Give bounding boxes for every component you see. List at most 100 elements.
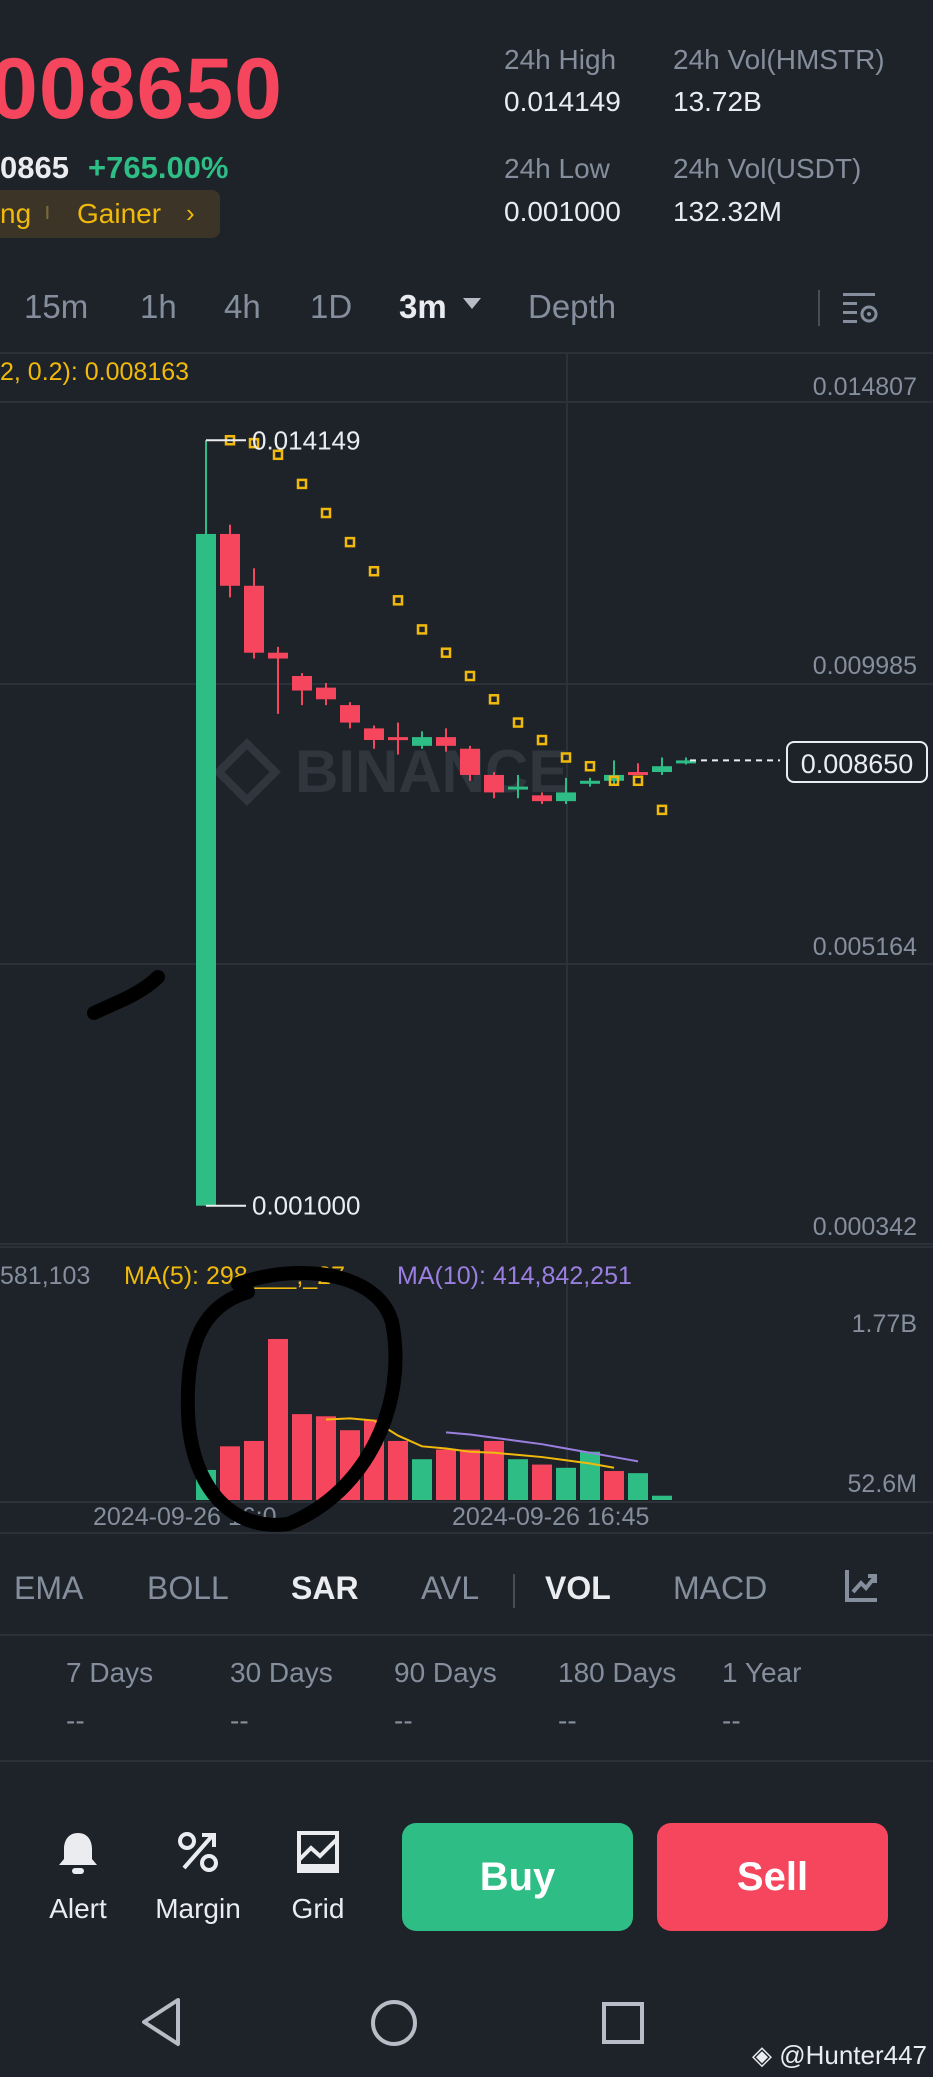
grid-button[interactable]: Grid bbox=[258, 1820, 378, 1940]
candle-body bbox=[532, 795, 552, 802]
bell-icon bbox=[59, 1833, 97, 1874]
sar-dot bbox=[512, 717, 524, 728]
pen-stroke-mark bbox=[87, 970, 165, 1020]
sar-dot bbox=[296, 478, 308, 490]
credit-text: @Hunter447 bbox=[779, 2040, 927, 2070]
tab-depth[interactable]: Depth bbox=[528, 288, 616, 326]
tab-15m[interactable]: 15m bbox=[24, 288, 88, 326]
min-price-label: 0.001000 bbox=[252, 1191, 360, 1221]
candle-body bbox=[412, 737, 432, 746]
tag-gainer[interactable]: Gainer bbox=[77, 198, 161, 230]
margin-label: Margin bbox=[155, 1893, 241, 1924]
sar-dot bbox=[632, 775, 644, 787]
tab-vol[interactable]: VOL bbox=[545, 1570, 611, 1607]
volume-bar bbox=[580, 1451, 600, 1500]
perf-value-7d: -- bbox=[66, 1705, 85, 1736]
sar-dot bbox=[656, 804, 668, 816]
perf-value-90d: -- bbox=[394, 1705, 413, 1736]
vol-quote-label: 24h Vol(USDT) bbox=[673, 153, 862, 184]
volume-separator bbox=[0, 1246, 933, 1248]
sar-dot bbox=[584, 760, 596, 772]
perf-value-1y: -- bbox=[722, 1705, 741, 1736]
grid-label: Grid bbox=[291, 1893, 345, 1924]
candles bbox=[196, 440, 696, 1206]
sar-dot bbox=[464, 670, 476, 682]
candle-body bbox=[628, 772, 648, 776]
perf-label-30d: 30 Days bbox=[230, 1657, 333, 1688]
sell-button[interactable]: Sell bbox=[657, 1823, 888, 1931]
volume-bar bbox=[508, 1459, 528, 1500]
performance-separator bbox=[0, 1634, 933, 1636]
y-axis-label-0: 0.014807 bbox=[812, 373, 917, 401]
tab-boll[interactable]: BOLL bbox=[147, 1570, 229, 1607]
chevron-right-icon: › bbox=[186, 198, 195, 228]
low-label: 24h Low bbox=[504, 153, 610, 184]
sar-dot bbox=[488, 694, 500, 705]
high-value: 0.014149 bbox=[504, 86, 621, 117]
margin-button[interactable]: Margin bbox=[138, 1820, 258, 1940]
perf-label-180d: 180 Days bbox=[558, 1657, 677, 1688]
perf-label-1y: 1 Year bbox=[722, 1657, 802, 1688]
buy-button[interactable]: Buy bbox=[402, 1823, 633, 1931]
high-label: 24h High bbox=[504, 44, 617, 75]
tab-avl[interactable]: AVL bbox=[421, 1570, 479, 1607]
candle-body bbox=[484, 774, 504, 793]
tab-1d[interactable]: 1D bbox=[310, 288, 352, 326]
chart-indicator-icon[interactable] bbox=[843, 1566, 881, 1604]
alert-button[interactable]: Alert bbox=[18, 1820, 138, 1940]
volume-chart bbox=[0, 1280, 933, 1503]
tab-macd[interactable]: MACD bbox=[673, 1570, 767, 1607]
home-circle-icon[interactable] bbox=[369, 1998, 419, 2048]
sar-dot bbox=[392, 595, 404, 606]
tab-sar[interactable]: SAR bbox=[291, 1570, 359, 1607]
recents-square-icon[interactable] bbox=[600, 2000, 646, 2046]
dropdown-caret-icon bbox=[463, 298, 481, 309]
y-axis-label-1: 0.009985 bbox=[812, 652, 917, 680]
candle-body bbox=[508, 786, 528, 790]
volume-bar bbox=[652, 1495, 672, 1500]
volume-bar bbox=[604, 1471, 624, 1500]
vol-quote-value: 132.32M bbox=[673, 196, 782, 227]
low-value: 0.001000 bbox=[504, 196, 621, 227]
candle-body bbox=[292, 675, 312, 691]
candle-body bbox=[580, 780, 600, 784]
tag-separator: ı bbox=[44, 198, 51, 225]
sar-dot bbox=[320, 507, 332, 519]
percent-icon bbox=[178, 1832, 218, 1872]
back-triangle-icon[interactable] bbox=[138, 1996, 186, 2048]
binance-watermark-logo-icon bbox=[213, 738, 281, 806]
sar-dot bbox=[440, 647, 452, 658]
actions-separator bbox=[0, 1760, 933, 1762]
volume-bar bbox=[556, 1467, 576, 1500]
tab-3m[interactable]: 3m bbox=[399, 288, 447, 326]
chart-settings-icon[interactable] bbox=[840, 288, 880, 328]
indicator-divider bbox=[513, 1574, 515, 1608]
tab-4h[interactable]: 4h bbox=[224, 288, 261, 326]
perf-value-180d: -- bbox=[558, 1705, 577, 1736]
binance-diamond-icon: ◈ bbox=[751, 2040, 772, 2070]
price-chart[interactable]: BINANCE 0.014149 0.001000 bbox=[0, 352, 933, 1252]
candle-body bbox=[244, 585, 264, 653]
tab-ema[interactable]: EMA bbox=[14, 1570, 83, 1607]
alert-label: Alert bbox=[49, 1893, 107, 1924]
credit-watermark: ◈ @Hunter447 bbox=[752, 2040, 927, 2071]
last-price: 008650 bbox=[0, 41, 283, 137]
sar-dot bbox=[368, 565, 380, 577]
current-price-tag[interactable]: 0.008650 bbox=[786, 741, 928, 783]
tag-ranking[interactable]: ng bbox=[0, 198, 31, 230]
binance-watermark: BINANCE bbox=[295, 738, 568, 805]
max-price-label: 0.014149 bbox=[252, 425, 360, 455]
perf-value-30d: -- bbox=[230, 1705, 249, 1736]
y-axis-label-2: 0.005164 bbox=[812, 933, 917, 961]
grid-icon bbox=[297, 1831, 339, 1873]
volume-bar bbox=[628, 1473, 648, 1500]
volume-bar bbox=[412, 1459, 432, 1500]
price-change-percent: +765.00% bbox=[88, 150, 229, 185]
tab-divider bbox=[818, 290, 820, 326]
sar-dot bbox=[416, 624, 428, 635]
volume-bar bbox=[436, 1449, 456, 1500]
candle-body bbox=[652, 766, 672, 773]
candle-body bbox=[196, 533, 216, 1206]
tab-1h[interactable]: 1h bbox=[140, 288, 177, 326]
candle-body bbox=[268, 652, 288, 659]
